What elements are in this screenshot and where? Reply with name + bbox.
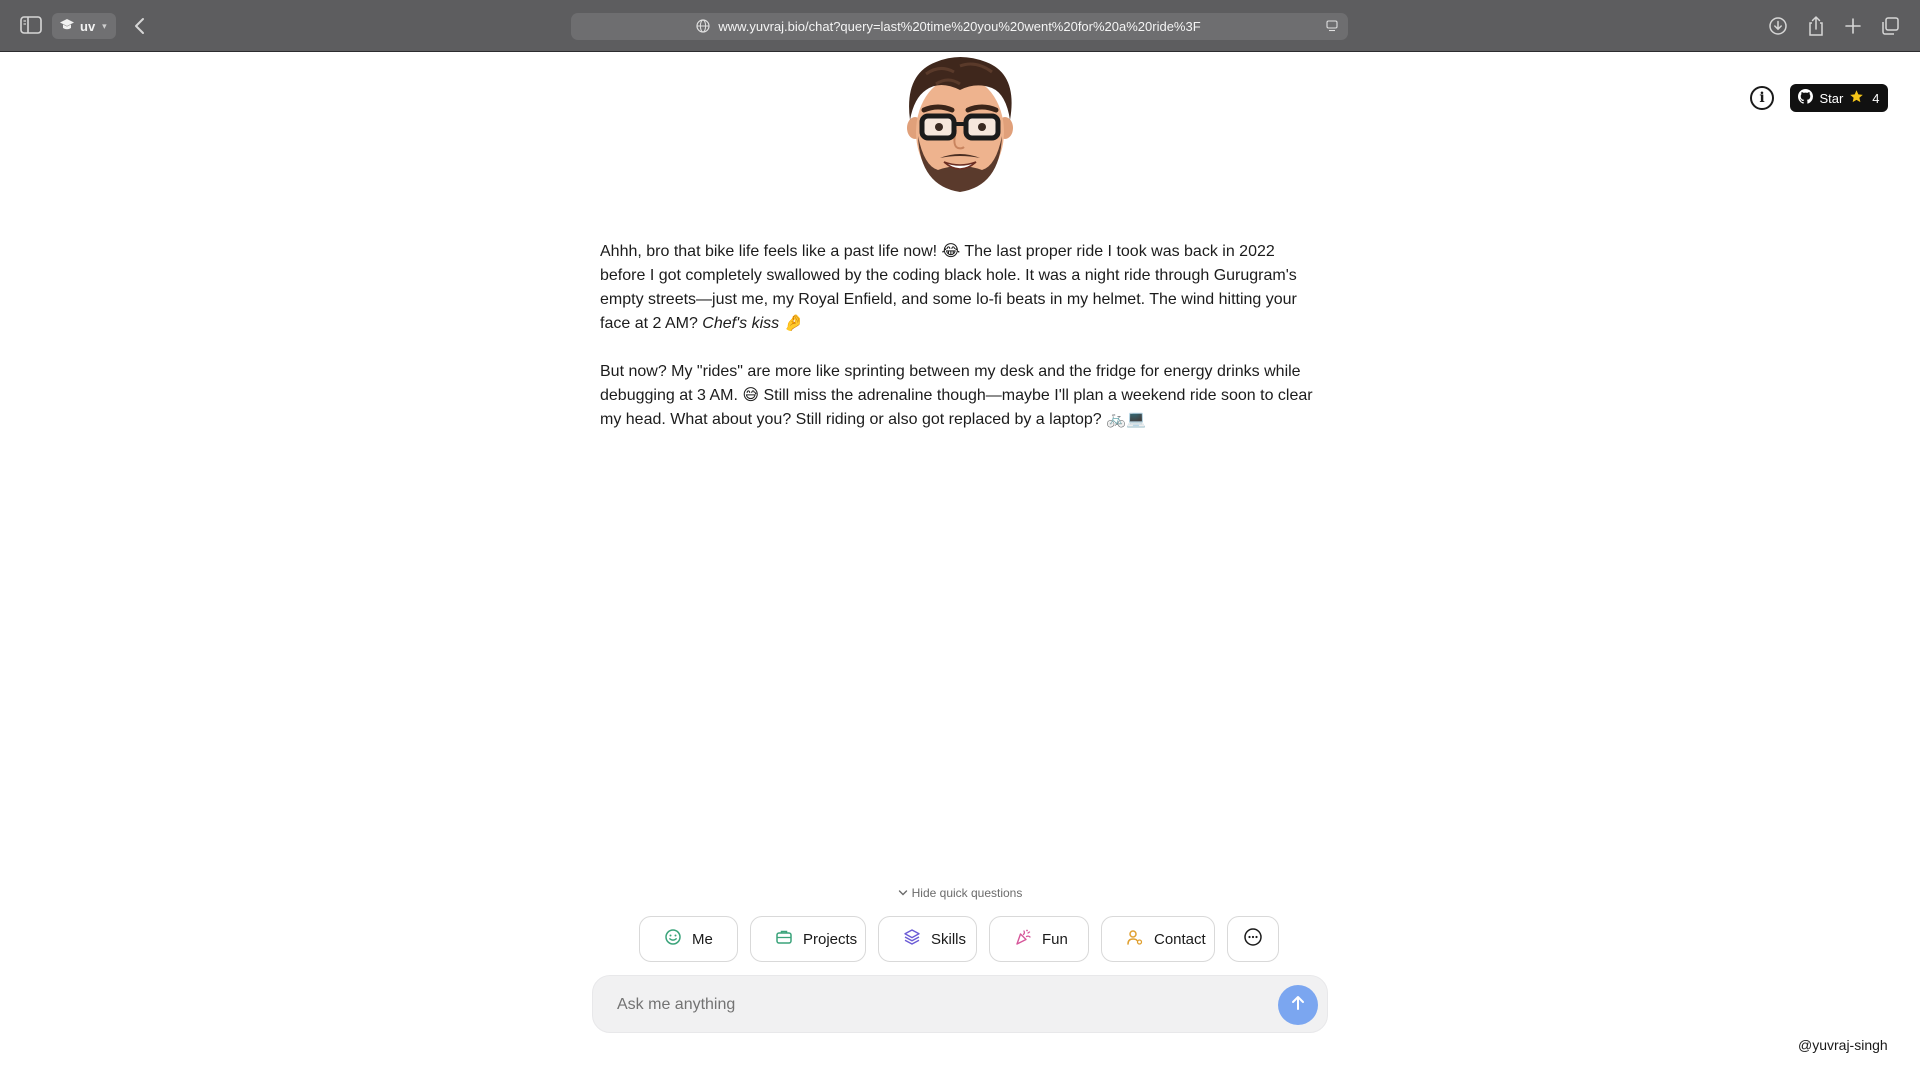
quick-question-fun-button[interactable]: Fun [989,916,1089,962]
chat-input-container [592,975,1328,1033]
tabs-overview-icon[interactable] [1878,14,1902,38]
quick-question-skills-button[interactable]: Skills [878,916,977,962]
user-contact-icon [1126,928,1144,950]
quick-questions-bar: Me Projects Skills Fun Contact [639,916,1279,962]
quick-question-me-button[interactable]: Me [639,916,738,962]
send-button[interactable] [1278,985,1318,1025]
hide-quick-questions-label: Hide quick questions [911,886,1023,900]
avatar [896,54,1024,198]
hide-quick-questions-toggle[interactable]: Hide quick questions [0,886,1920,900]
arrow-up-icon [1289,994,1307,1017]
github-star-count: 4 [1872,90,1880,106]
layers-icon [903,928,921,950]
tab-group-label: uv [80,18,96,34]
assistant-message: Ahhh, bro that bike life feels like a pa… [600,240,1320,456]
download-icon[interactable] [1766,14,1790,38]
quick-question-label: Projects [803,930,858,948]
briefcase-icon [775,928,793,950]
quick-question-label: Fun [1042,930,1068,948]
quick-question-label: Contact [1154,930,1206,948]
author-handle[interactable]: @yuvraj-singh [1798,1037,1888,1053]
reader-icon[interactable] [1326,20,1338,35]
github-star-label: Star [1819,90,1844,106]
plus-icon[interactable] [1841,14,1865,38]
chevron-down-icon [898,886,908,900]
smile-icon [664,928,682,950]
message-emphasis: Chef's kiss [702,315,780,332]
address-bar[interactable]: www.yuvraj.bio/chat?query=last%20time%20… [571,13,1348,40]
sidebar-icon[interactable] [18,14,44,36]
info-icon[interactable]: i [1750,86,1774,110]
message-paragraph: Ahhh, bro that bike life feels like a pa… [600,240,1320,336]
star-icon [1849,89,1864,107]
github-star-button[interactable]: Star 4 [1790,84,1888,112]
tab-group-button[interactable]: uv ▾ [52,13,116,39]
browser-toolbar: uv ▾ www.yuvraj.bio/chat?query=last%20ti… [0,0,1920,52]
party-popper-icon [1014,928,1032,950]
back-arrow-icon[interactable] [128,14,152,38]
more-horizontal-icon [1243,927,1263,951]
more-questions-button[interactable] [1227,916,1279,962]
message-text: 🤌 [779,315,804,332]
quick-question-projects-button[interactable]: Projects [750,916,866,962]
quick-question-label: Me [692,930,713,948]
chat-input[interactable] [617,992,1217,1018]
globe-icon [696,19,710,36]
url-text: www.yuvraj.bio/chat?query=last%20time%20… [718,19,1201,34]
message-paragraph: But now? My "rides" are more like sprint… [600,363,1313,428]
github-icon [1798,89,1814,107]
share-icon[interactable] [1804,14,1828,38]
quick-question-label: Skills [931,930,967,948]
graduation-cap-icon [59,18,75,35]
quick-question-contact-button[interactable]: Contact [1101,916,1215,962]
chevron-down-icon: ▾ [102,20,107,31]
